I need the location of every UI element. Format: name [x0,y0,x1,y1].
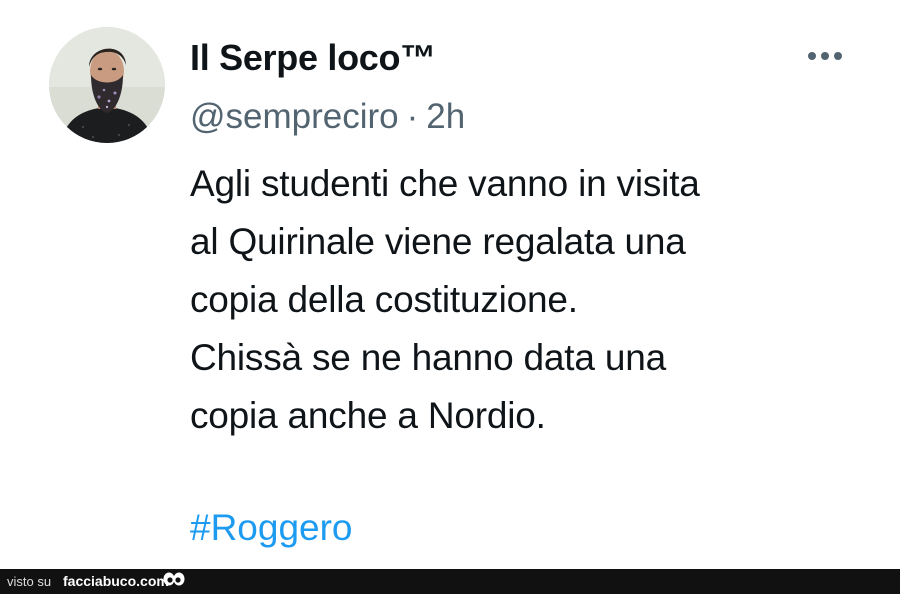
tweet-text-line: Chissà se ne hanno data una [190,337,666,378]
hashtag-link[interactable]: #Roggero [190,500,353,556]
tweet-text-line: copia anche a Nordio. [190,395,546,436]
more-horizontal-icon-dot [834,52,842,60]
more-horizontal-icon-dot [821,52,829,60]
meta-separator: · [406,97,419,136]
tweet-card: Il Serpe loco™ @sempreciro · 2h Agli stude… [0,0,900,569]
more-horizontal-icon [808,52,816,60]
tweet-meta: @sempreciro · 2h [190,95,465,139]
more-options-button[interactable] [800,38,850,74]
watermark-prefix: visto su [7,574,52,589]
tweet-timestamp[interactable]: 2h [426,97,465,136]
tweet-text-line: copia della costituzione. [190,279,578,320]
profile-photo [49,27,165,143]
tweet-text-line: Agli studenti che vanno in visita [190,163,700,204]
user-handle[interactable]: @sempreciro [190,97,399,136]
eyes-icon [162,571,186,596]
tweet-text-line: al Quirinale viene regalata una [190,221,686,262]
avatar[interactable] [49,27,165,143]
watermark-bar: visto su facciabuco.com [0,569,900,594]
watermark-site-link[interactable]: facciabuco.com [63,571,169,591]
tweet-text: Agli studenti che vanno in visita al Qui… [190,155,880,445]
display-name[interactable]: Il Serpe loco™ [190,36,436,80]
